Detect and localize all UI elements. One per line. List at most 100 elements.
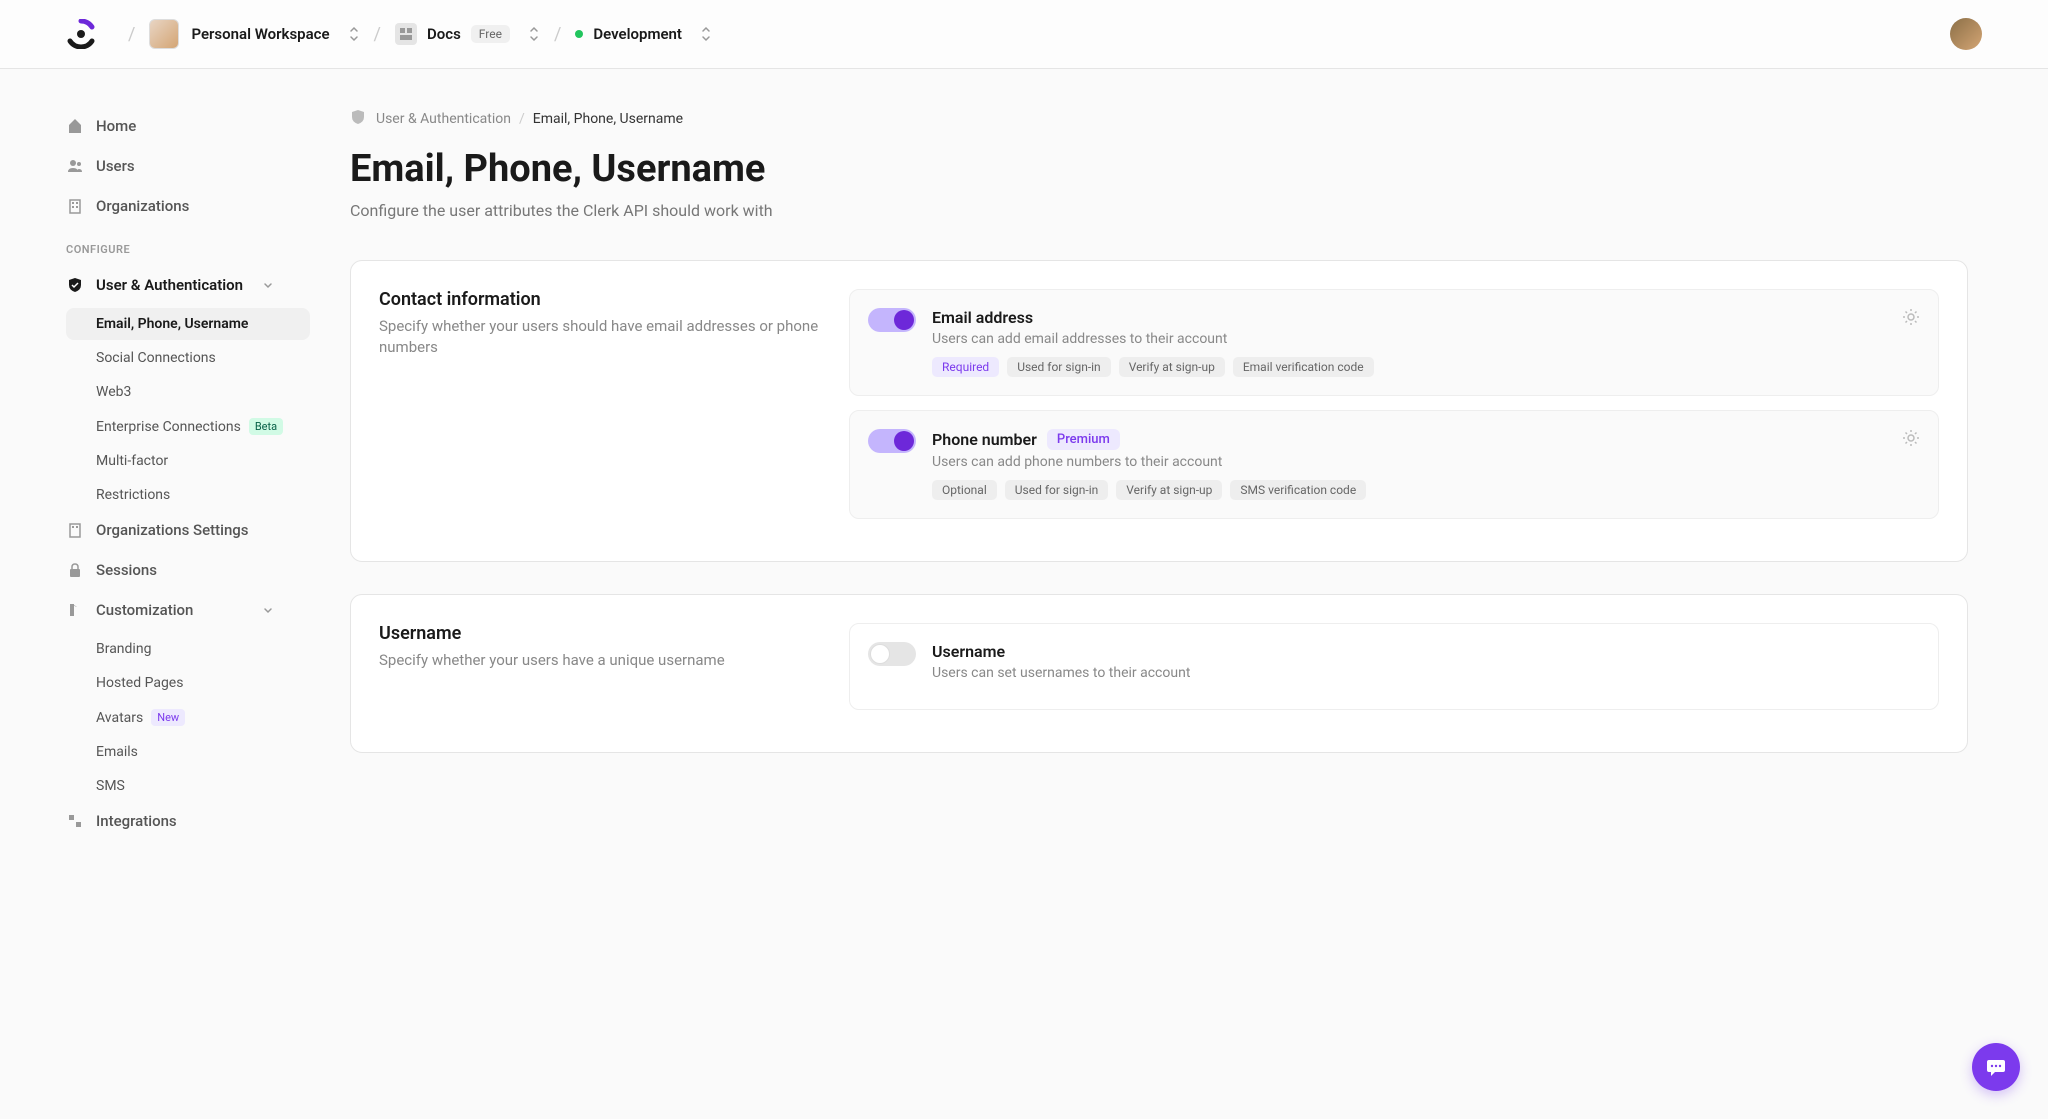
gear-icon[interactable] <box>1902 429 1920 451</box>
logo[interactable] <box>66 19 96 49</box>
building-icon <box>66 197 84 215</box>
username-option: Username Users can set usernames to thei… <box>849 623 1939 710</box>
sidebar-item-label: Organizations Settings <box>96 521 249 539</box>
chevron-updown-icon <box>700 26 712 42</box>
option-title: Phone number <box>932 430 1037 449</box>
sidebar-item-users[interactable]: Users <box>66 149 310 183</box>
sidebar-subitem-sms[interactable]: SMS <box>66 770 310 802</box>
sidebar: Home Users Organizations CONFIGURE User … <box>0 69 310 884</box>
phone-option: Phone number Premium Users can add phone… <box>849 410 1939 519</box>
sidebar-item-label: Users <box>96 157 135 175</box>
gear-icon[interactable] <box>1902 308 1920 330</box>
sidebar-submenu-user-auth: Email, Phone, Username Social Connection… <box>66 308 310 511</box>
chat-button[interactable] <box>1972 1043 2020 1091</box>
main-content: User & Authentication / Email, Phone, Us… <box>310 69 2048 884</box>
sidebar-item-organizations[interactable]: Organizations <box>66 189 310 223</box>
page-subtitle: Configure the user attributes the Clerk … <box>350 201 1968 220</box>
email-toggle[interactable] <box>868 308 916 332</box>
sidebar-subitem-email-phone-username[interactable]: Email, Phone, Username <box>66 308 310 340</box>
tag: Verify at sign-up <box>1116 480 1222 500</box>
sidebar-item-home[interactable]: Home <box>66 109 310 143</box>
sidebar-subitem-multifactor[interactable]: Multi-factor <box>66 445 310 477</box>
beta-badge: Beta <box>249 418 283 435</box>
sidebar-item-label: Sessions <box>96 561 157 579</box>
sidebar-subitem-label: Enterprise Connections <box>96 419 241 435</box>
sidebar-subitem-label: Web3 <box>96 384 131 400</box>
clerk-logo-icon <box>66 19 96 49</box>
shield-icon <box>350 109 366 129</box>
username-card: Username Specify whether your users have… <box>350 594 1968 753</box>
sidebar-item-sessions[interactable]: Sessions <box>66 553 310 587</box>
workspace-selector[interactable]: Personal Workspace <box>149 19 359 49</box>
app-selector[interactable]: Docs Free <box>395 23 540 45</box>
home-icon <box>66 117 84 135</box>
sidebar-submenu-customization: Branding Hosted Pages Avatars New Emails… <box>66 633 310 802</box>
option-title: Username <box>932 642 1920 661</box>
users-icon <box>66 157 84 175</box>
sidebar-subitem-hosted-pages[interactable]: Hosted Pages <box>66 667 310 699</box>
username-toggle[interactable] <box>868 642 916 666</box>
environment-selector[interactable]: Development <box>575 25 712 43</box>
breadcrumb-separator: / <box>374 24 381 45</box>
breadcrumb: User & Authentication / Email, Phone, Us… <box>350 109 1968 129</box>
chevron-down-icon <box>262 604 274 616</box>
sidebar-subitem-label: Email, Phone, Username <box>96 316 248 332</box>
sidebar-subitem-branding[interactable]: Branding <box>66 633 310 665</box>
card-title: Username <box>379 623 819 644</box>
status-dot-icon <box>575 30 583 38</box>
sidebar-item-user-auth[interactable]: User & Authentication <box>66 268 310 302</box>
sidebar-item-label: Organizations <box>96 197 189 215</box>
environment-name: Development <box>593 25 682 43</box>
plan-badge: Free <box>471 25 510 43</box>
user-avatar[interactable] <box>1950 18 1982 50</box>
tag: Verify at sign-up <box>1119 357 1225 377</box>
breadcrumb-parent[interactable]: User & Authentication <box>376 111 511 127</box>
sidebar-item-integrations[interactable]: Integrations <box>66 804 310 838</box>
workspace-avatar <box>149 19 179 49</box>
premium-badge: Premium <box>1047 429 1120 450</box>
phone-toggle[interactable] <box>868 429 916 453</box>
sidebar-item-customization[interactable]: Customization <box>66 593 310 627</box>
tag: Optional <box>932 480 997 500</box>
sidebar-section-header: CONFIGURE <box>66 243 310 256</box>
sidebar-subitem-label: Avatars <box>96 710 143 726</box>
lock-icon <box>66 561 84 579</box>
email-tags: Required Used for sign-in Verify at sign… <box>932 357 1920 377</box>
breadcrumb-separator: / <box>554 24 561 45</box>
breadcrumb-separator: / <box>519 111 525 127</box>
chat-icon <box>1985 1056 2007 1078</box>
option-description: Users can add phone numbers to their acc… <box>932 454 1920 470</box>
sidebar-item-org-settings[interactable]: Organizations Settings <box>66 513 310 547</box>
phone-tags: Optional Used for sign-in Verify at sign… <box>932 480 1920 500</box>
option-description: Users can set usernames to their account <box>932 665 1920 681</box>
tag: Used for sign-in <box>1007 357 1110 377</box>
card-title: Contact information <box>379 289 819 310</box>
toggle-knob <box>870 644 890 664</box>
option-title: Email address <box>932 308 1920 327</box>
email-option: Email address Users can add email addres… <box>849 289 1939 396</box>
new-badge: New <box>151 709 185 726</box>
sidebar-subitem-label: Social Connections <box>96 350 216 366</box>
sidebar-subitem-label: SMS <box>96 778 125 794</box>
sidebar-item-label: Home <box>96 117 136 135</box>
sidebar-subitem-enterprise[interactable]: Enterprise Connections Beta <box>66 410 310 443</box>
sidebar-subitem-emails[interactable]: Emails <box>66 736 310 768</box>
option-description: Users can add email addresses to their a… <box>932 331 1920 347</box>
card-description: Specify whether your users should have e… <box>379 316 819 358</box>
sidebar-subitem-web3[interactable]: Web3 <box>66 376 310 408</box>
chevron-updown-icon <box>528 26 540 42</box>
sidebar-subitem-social-connections[interactable]: Social Connections <box>66 342 310 374</box>
sidebar-subitem-label: Restrictions <box>96 487 170 503</box>
sidebar-subitem-label: Hosted Pages <box>96 675 183 691</box>
sidebar-subitem-label: Branding <box>96 641 151 657</box>
sidebar-item-label: User & Authentication <box>96 276 243 294</box>
sidebar-subitem-label: Emails <box>96 744 138 760</box>
sidebar-subitem-avatars[interactable]: Avatars New <box>66 701 310 734</box>
sidebar-subitem-restrictions[interactable]: Restrictions <box>66 479 310 511</box>
chevron-down-icon <box>262 279 274 291</box>
tag: Email verification code <box>1233 357 1374 377</box>
tag: Required <box>932 357 999 377</box>
app-name: Docs <box>427 25 461 43</box>
sidebar-subitem-label: Multi-factor <box>96 453 168 469</box>
breadcrumb-separator: / <box>128 24 135 45</box>
